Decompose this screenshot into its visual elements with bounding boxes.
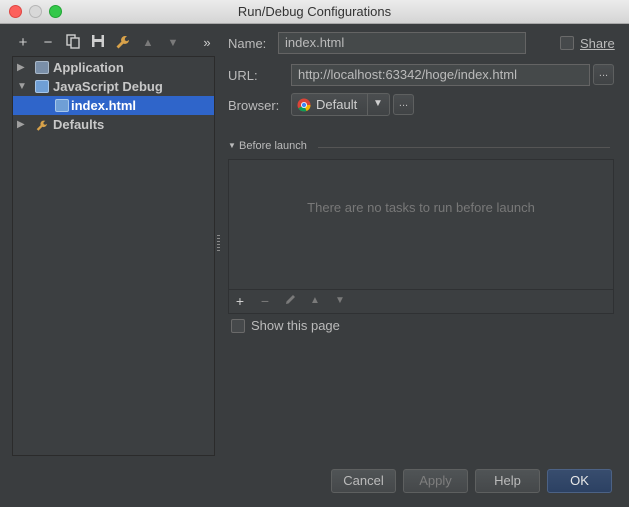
url-label: URL: — [228, 68, 258, 83]
add-task-icon[interactable]: + — [231, 292, 249, 310]
panel-splitter-handle[interactable] — [217, 235, 220, 251]
wrench-icon — [35, 118, 49, 131]
javascript-debug-icon — [35, 80, 49, 93]
save-icon[interactable] — [89, 34, 107, 52]
tree-item-label: JavaScript Debug — [53, 79, 163, 94]
configurations-toolbar: + − ▲ ▼ » — [12, 32, 217, 54]
remove-icon[interactable]: − — [39, 34, 57, 52]
move-down-icon[interactable]: ▼ — [164, 34, 182, 52]
move-up-icon[interactable]: ▲ — [139, 34, 157, 52]
tree-item-label: index.html — [71, 98, 137, 113]
more-actions-icon[interactable]: » — [198, 34, 216, 52]
expanded-arrow-icon[interactable]: ▼ — [228, 141, 236, 150]
tree-item-label: Defaults — [53, 117, 105, 132]
tree-item-label: Application — [53, 60, 124, 75]
help-button[interactable]: Help — [475, 469, 540, 493]
cancel-button[interactable]: Cancel — [331, 469, 396, 493]
tree-item-application[interactable]: ▶ Application — [13, 58, 214, 77]
share-label[interactable]: Share — [580, 36, 615, 51]
collapsed-arrow-icon[interactable]: ▶ — [17, 58, 25, 77]
combo-divider — [367, 94, 368, 115]
name-label: Name: — [228, 36, 267, 51]
share-checkbox[interactable] — [560, 36, 574, 50]
application-icon — [35, 61, 49, 74]
configurations-tree[interactable]: ▶ Application ▼ JavaScript Debug index.h… — [12, 56, 215, 456]
empty-tasks-message: There are no tasks to run before launch — [307, 200, 535, 215]
show-this-page-checkbox[interactable] — [231, 319, 245, 333]
move-task-up-icon[interactable]: ▲ — [306, 292, 324, 310]
apply-button[interactable]: Apply — [403, 469, 468, 493]
wrench-icon[interactable] — [114, 34, 132, 52]
browser-select[interactable]: Default ▼ — [291, 93, 390, 116]
name-input[interactable]: index.html — [278, 32, 526, 54]
browser-select-value: Default — [316, 97, 358, 112]
collapsed-arrow-icon[interactable]: ▶ — [17, 115, 25, 134]
tree-item-defaults[interactable]: ▶ Defaults — [13, 115, 214, 134]
title-bar: Run/Debug Configurations — [0, 0, 629, 24]
browser-options-button[interactable]: ... — [393, 94, 414, 115]
copy-icon[interactable] — [64, 34, 82, 52]
edit-task-icon[interactable] — [281, 292, 299, 310]
task-list-toolbar: + − ▲ ▼ — [229, 290, 613, 314]
move-task-down-icon[interactable]: ▼ — [331, 292, 349, 310]
ok-button[interactable]: OK — [547, 469, 612, 493]
chevron-down-icon[interactable]: ▼ — [373, 98, 383, 109]
expanded-arrow-icon[interactable]: ▼ — [17, 77, 27, 96]
add-icon[interactable]: + — [14, 34, 32, 52]
url-browse-button[interactable]: ... — [593, 64, 614, 85]
browser-label: Browser: — [228, 98, 280, 113]
before-launch-task-list[interactable]: There are no tasks to run before launch … — [228, 159, 614, 314]
before-launch-header: Before launch — [239, 140, 307, 152]
window-title: Run/Debug Configurations — [237, 4, 392, 19]
chrome-icon — [297, 98, 311, 115]
javascript-debug-config-icon — [55, 99, 69, 112]
url-input[interactable]: http://localhost:63342/hoge/index.html — [291, 64, 590, 86]
section-divider — [318, 147, 610, 148]
tree-item-javascript-debug[interactable]: ▼ JavaScript Debug — [13, 77, 214, 96]
show-this-page-label[interactable]: Show this page — [251, 318, 340, 333]
remove-task-icon[interactable]: − — [256, 292, 274, 310]
tree-item-index-html[interactable]: index.html — [13, 96, 214, 115]
